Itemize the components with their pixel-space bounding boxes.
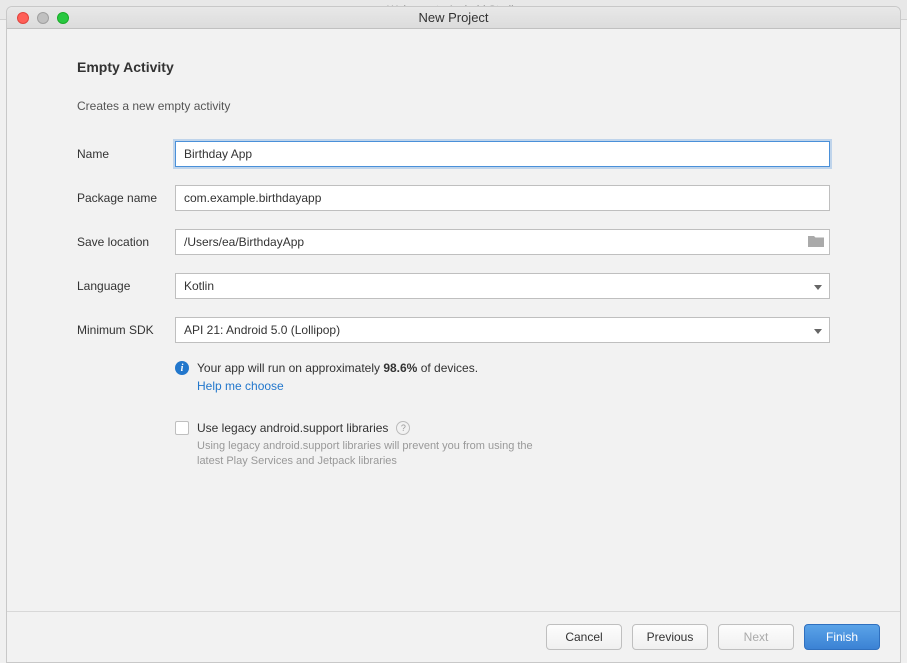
language-row: Language Kotlin <box>77 273 830 299</box>
titlebar: New Project <box>7 7 900 29</box>
minimize-window-button <box>37 12 49 24</box>
minimum-sdk-label: Minimum SDK <box>77 323 175 337</box>
browse-folder-icon[interactable] <box>808 234 824 250</box>
name-row: Name <box>77 141 830 167</box>
sdk-info-text: Your app will run on approximately 98.6%… <box>197 361 478 375</box>
save-location-label: Save location <box>77 235 175 249</box>
minimum-sdk-value: API 21: Android 5.0 (Lollipop) <box>184 323 340 337</box>
cancel-button[interactable]: Cancel <box>546 624 622 650</box>
finish-button[interactable]: Finish <box>804 624 880 650</box>
language-select[interactable]: Kotlin <box>175 273 830 299</box>
save-location-input[interactable] <box>175 229 830 255</box>
legacy-checkbox[interactable] <box>175 421 189 435</box>
page-heading: Empty Activity <box>77 59 830 75</box>
new-project-window: New Project Empty Activity Creates a new… <box>6 6 901 663</box>
page-subheading: Creates a new empty activity <box>77 99 830 113</box>
sdk-info: i Your app will run on approximately 98.… <box>175 361 830 393</box>
minimum-sdk-row: Minimum SDK API 21: Android 5.0 (Lollipo… <box>77 317 830 343</box>
package-row: Package name <box>77 185 830 211</box>
language-value: Kotlin <box>184 279 214 293</box>
window-controls <box>7 12 69 24</box>
help-me-choose-link[interactable]: Help me choose <box>197 379 830 393</box>
zoom-window-button[interactable] <box>57 12 69 24</box>
info-icon: i <box>175 361 189 375</box>
window-title: New Project <box>7 10 900 25</box>
previous-button[interactable]: Previous <box>632 624 708 650</box>
next-button: Next <box>718 624 794 650</box>
dialog-content: Empty Activity Creates a new empty activ… <box>7 29 900 611</box>
name-input[interactable] <box>175 141 830 167</box>
save-location-row: Save location <box>77 229 830 255</box>
package-input[interactable] <box>175 185 830 211</box>
name-label: Name <box>77 147 175 161</box>
close-window-button[interactable] <box>17 12 29 24</box>
help-icon[interactable]: ? <box>396 421 410 435</box>
package-label: Package name <box>77 191 175 205</box>
minimum-sdk-select[interactable]: API 21: Android 5.0 (Lollipop) <box>175 317 830 343</box>
legacy-checkbox-label: Use legacy android.support libraries <box>197 421 388 435</box>
language-label: Language <box>77 279 175 293</box>
dialog-footer: Cancel Previous Next Finish <box>7 611 900 662</box>
legacy-checkbox-row: Use legacy android.support libraries ? <box>175 421 830 435</box>
legacy-description: Using legacy android.support libraries w… <box>197 439 537 470</box>
